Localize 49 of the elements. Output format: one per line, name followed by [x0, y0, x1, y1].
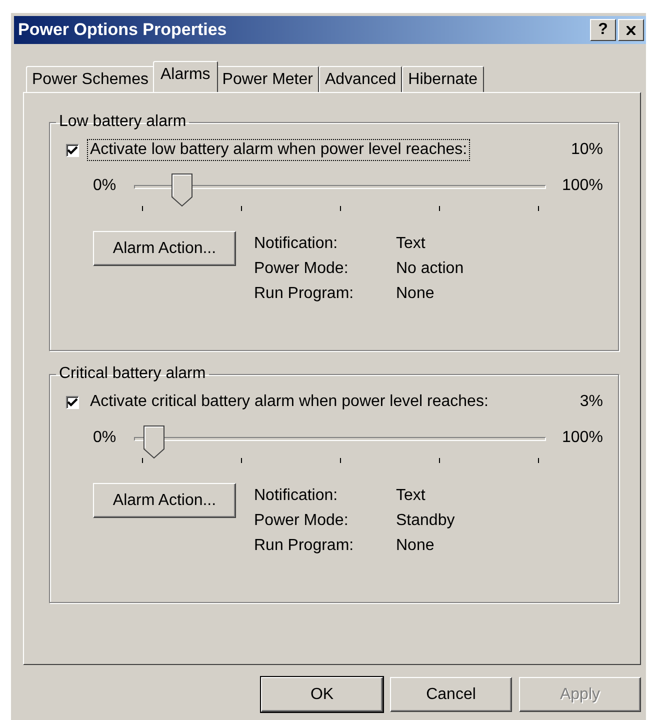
checkbox[interactable] [66, 396, 79, 408]
checkbox-label[interactable]: Activate low battery alarm when power level reaches: [87, 139, 470, 161]
group-title: Low battery alarm [58, 113, 188, 131]
detail-label: Power Mode: [254, 260, 350, 278]
close-button[interactable] [618, 19, 644, 41]
tick-mark [439, 206, 440, 211]
tick-mark [538, 206, 539, 211]
slider-min-label: 0% [93, 176, 118, 195]
tick-mark [538, 458, 539, 463]
tab[interactable]: Hibernate [402, 66, 484, 92]
window-title: Power Options Properties [18, 20, 227, 40]
detail-label: Run Program: [254, 537, 355, 555]
detail-value: Standby [396, 512, 455, 530]
help-button[interactable]: ? [590, 19, 616, 41]
detail-value: None [396, 285, 434, 303]
slider-thumb[interactable] [142, 425, 165, 459]
detail-value: Text [396, 487, 426, 505]
dialog-button[interactable]: Cancel [390, 677, 512, 712]
slider-max-label: 100% [562, 428, 603, 447]
close-icon [626, 26, 636, 34]
detail-label: Notification: [254, 235, 339, 253]
checkbox-label[interactable]: Activate critical battery alarm when power level reaches: [87, 391, 492, 413]
tab[interactable]: Power Meter [216, 66, 319, 92]
detail-value: No action [396, 260, 464, 278]
detail-value: Text [396, 235, 426, 253]
dialog-button[interactable]: OK [261, 677, 383, 712]
slider-min-label: 0% [93, 428, 118, 447]
group-title: Critical battery alarm [58, 365, 207, 383]
detail-label: Power Mode: [254, 512, 350, 530]
checkbox[interactable] [66, 144, 79, 156]
level-reading: 10% [570, 141, 603, 159]
detail-label: Run Program: [254, 285, 355, 303]
tick-mark [142, 206, 143, 211]
detail-value: None [396, 537, 434, 555]
tick-mark [340, 206, 341, 211]
tick-mark [241, 458, 242, 463]
level-reading: 3% [580, 393, 603, 411]
tick-mark [439, 458, 440, 463]
tick-mark [241, 206, 242, 211]
alarm-action-button[interactable]: Alarm Action... [93, 483, 236, 518]
tab[interactable]: Alarms [152, 61, 218, 92]
tick-mark [340, 458, 341, 463]
tab[interactable]: Power Schemes [26, 66, 154, 92]
tick-mark [142, 458, 143, 463]
tab[interactable]: Advanced [318, 66, 402, 92]
detail-label: Notification: [254, 487, 339, 505]
alarm-action-button[interactable]: Alarm Action... [93, 231, 236, 266]
slider-thumb[interactable] [170, 173, 192, 207]
slider-max-label: 100% [562, 176, 603, 195]
